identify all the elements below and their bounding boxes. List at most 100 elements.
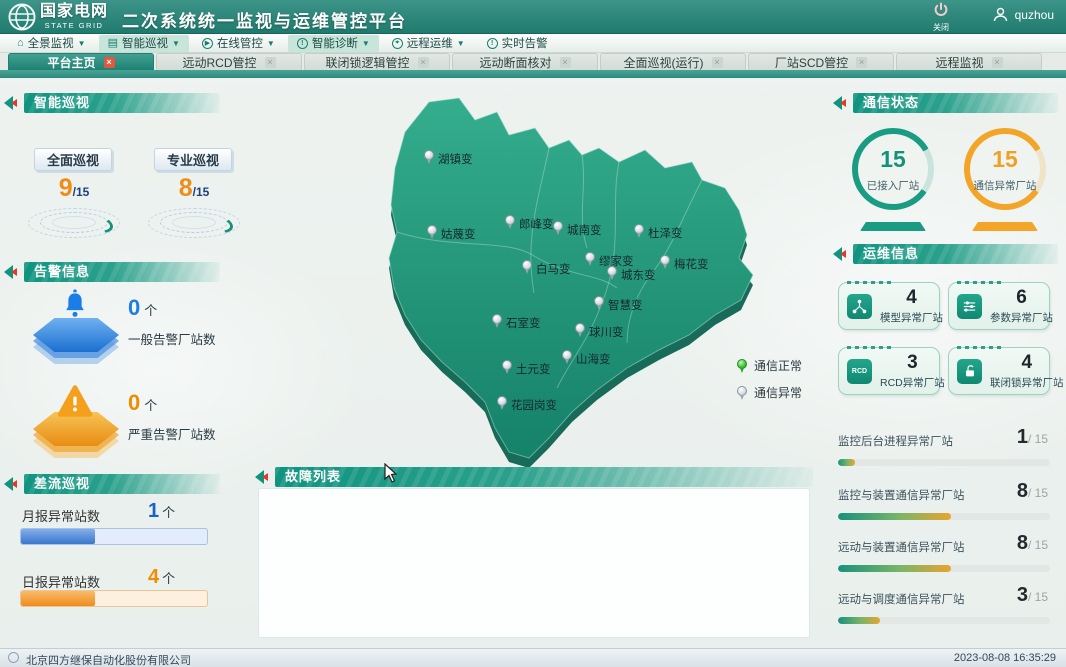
gauge-full-inspection[interactable]: 全面巡视 9/15 (26, 148, 122, 240)
monthly-abnormal-count: 1个 (148, 500, 175, 523)
user-box[interactable]: quzhou (992, 6, 1054, 23)
map-station[interactable]: 花园岗变 (497, 396, 557, 414)
progress-backend-process: 监控后台进程异常厂站 1/ 15 (838, 432, 1050, 466)
map-station[interactable]: 杜泽变 (634, 224, 683, 242)
section-title: 告警信息 (24, 262, 220, 282)
legend-comm-normal: 通信正常 (737, 357, 802, 374)
chevron-down-icon: ▼ (78, 39, 86, 48)
region-map[interactable] (372, 88, 802, 473)
status-bar: 北京四方继保自动化股份有限公司 2023-08-08 16:35:29 (0, 648, 1066, 667)
tab-platform-home[interactable]: 平台主页 (8, 53, 154, 70)
parameter-icon (957, 294, 982, 319)
gray-pin-icon (737, 386, 748, 400)
map-station[interactable]: 白马变 (522, 260, 571, 278)
monthly-abnormal-bar (20, 528, 208, 545)
station-pin-icon (594, 296, 605, 310)
tab-full-inspection[interactable]: 全面巡视(运行) (600, 53, 746, 70)
collapse-arrow-icon[interactable] (4, 476, 20, 492)
map-station[interactable]: 智慧变 (594, 296, 643, 314)
app-header: 国家电网 STATE GRID 二次系统统一监视与运维管控平台 关闭 quzho… (0, 0, 1066, 34)
severe-alarm-stat: 0个 严重告警厂站数 (128, 390, 238, 443)
tab-scd-control[interactable]: 厂站SCD管控 (748, 53, 894, 70)
tab-section-check[interactable]: 远动断面核对 (452, 53, 598, 70)
brand-block: 国家电网 STATE GRID (40, 4, 108, 30)
close-icon[interactable] (265, 57, 276, 68)
section-title: 故障列表 (275, 467, 813, 487)
search-icon: ⌖ (392, 38, 403, 49)
alert-circle-icon: ! (297, 38, 308, 49)
collapse-arrow-icon[interactable] (4, 264, 20, 280)
tab-remote-monitor[interactable]: 远程监视 (896, 53, 1042, 70)
fault-list-panel[interactable] (258, 488, 810, 638)
close-icon[interactable] (712, 57, 723, 68)
section-diff-inspection: 差流巡视 (4, 473, 220, 495)
section-title: 运维信息 (853, 244, 1058, 264)
menu-panorama[interactable]: ⌂ 全景监视 ▼ (8, 35, 95, 52)
collapse-arrow-icon[interactable] (833, 95, 849, 111)
map-station[interactable]: 石室变 (492, 314, 541, 332)
close-icon[interactable] (418, 57, 429, 68)
tab-interlock-logic[interactable]: 联闭锁逻辑管控 (304, 53, 450, 70)
map-station[interactable]: 城南变 (553, 221, 602, 239)
list-icon: ▤ (108, 38, 118, 49)
station-pin-icon (424, 150, 435, 164)
close-icon[interactable] (104, 57, 115, 68)
map-station[interactable]: 湖镇变 (424, 150, 473, 168)
section-title: 通信状态 (853, 93, 1058, 113)
brand-name: 国家电网 (40, 4, 108, 20)
progress-telemetry-dispatch-comm: 远动与调度通信异常厂站 3/ 15 (838, 590, 1050, 624)
card-interlock-abnormal[interactable]: 4联闭锁异常厂站 (948, 347, 1050, 395)
card-parameter-abnormal[interactable]: 6参数异常厂站 (948, 282, 1050, 330)
menu-smart-inspection[interactable]: ▤ 智能巡视 ▼ (99, 35, 189, 52)
gauge-comm-abnormal-stations: 15 通信异常厂站 (964, 128, 1046, 210)
gauge-pedestal (972, 222, 1038, 231)
monthly-abnormal-label: 月报异常站数 (22, 506, 100, 525)
map-station[interactable]: 梅花变 (660, 255, 709, 273)
menu-realtime-alarm[interactable]: ! 实时告警 (478, 35, 557, 52)
warning-icon (57, 384, 93, 418)
model-icon (847, 294, 872, 319)
close-icon[interactable] (992, 57, 1003, 68)
state-grid-logo-icon (8, 3, 36, 31)
section-title: 差流巡视 (24, 474, 220, 494)
close-icon[interactable] (560, 57, 571, 68)
section-ops-info: 运维信息 (833, 243, 1058, 265)
close-session-button[interactable]: 关闭 (924, 2, 958, 33)
gauge-professional-inspection[interactable]: 专业巡视 8/15 (146, 148, 242, 240)
section-comm-status: 通信状态 (833, 92, 1058, 114)
section-smart-inspection: 智能巡视 (4, 92, 220, 114)
station-pin-icon (427, 225, 438, 239)
lock-icon (957, 359, 982, 384)
map-station[interactable]: 球川变 (575, 323, 624, 341)
station-pin-icon (502, 360, 513, 374)
company-logo-icon (8, 652, 19, 663)
map-station[interactable]: 姑蔑变 (427, 225, 476, 243)
section-title: 智能巡视 (24, 93, 220, 113)
close-label: 关闭 (924, 22, 958, 33)
map-station[interactable]: 城东变 (607, 266, 656, 284)
map-station[interactable]: 山海变 (562, 350, 611, 368)
tab-rcd-control[interactable]: 远动RCD管控 (156, 53, 302, 70)
card-rcd-abnormal[interactable]: RCD 3RCD异常厂站 (838, 347, 940, 395)
main-menu: ⌂ 全景监视 ▼ ▤ 智能巡视 ▼ ▶ 在线管控 ▼ ! 智能诊断 ▼ ⌖ 远程… (0, 34, 1066, 53)
menu-smart-diagnosis[interactable]: ! 智能诊断 ▼ (288, 35, 379, 52)
collapse-arrow-icon[interactable] (255, 469, 271, 485)
collapse-arrow-icon[interactable] (833, 246, 849, 262)
bell-icon (58, 288, 92, 324)
chevron-down-icon: ▼ (457, 39, 465, 48)
gauge-connected-stations: 15 已接入厂站 (852, 128, 934, 210)
map-station[interactable]: 郎峰变 (505, 215, 554, 233)
card-model-abnormal[interactable]: 4模型异常厂站 (838, 282, 940, 330)
rcd-icon: RCD (847, 359, 872, 384)
close-icon[interactable] (856, 57, 867, 68)
menu-online-control[interactable]: ▶ 在线管控 ▼ (193, 35, 284, 52)
station-pin-icon (505, 215, 516, 229)
menu-remote-ops[interactable]: ⌖ 远程运维 ▼ (383, 35, 474, 52)
section-fault-list: 故障列表 (255, 466, 813, 488)
station-pin-icon (522, 260, 533, 274)
page-title: 二次系统统一监视与运维管控平台 (122, 7, 407, 32)
daily-abnormal-count: 4个 (148, 566, 175, 589)
map-station[interactable]: 土元变 (502, 360, 551, 378)
chevron-down-icon: ▼ (267, 39, 275, 48)
collapse-arrow-icon[interactable] (4, 95, 20, 111)
